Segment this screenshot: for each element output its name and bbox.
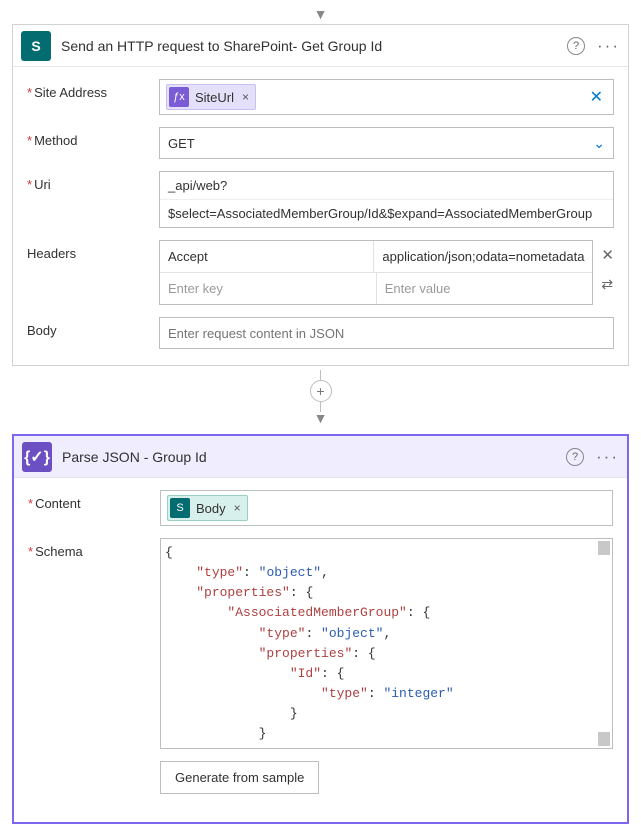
sp-http-action-card: S Send an HTTP request to SharePoint- Ge… — [12, 24, 629, 366]
header-value-input[interactable]: Enter value — [376, 273, 593, 304]
site-address-label: Site Address — [27, 79, 159, 100]
schema-text[interactable]: { "type": "object", "properties": { "Ass… — [165, 543, 606, 744]
token-text: SiteUrl — [195, 90, 234, 105]
flow-arrow-icon: ▼ — [314, 410, 328, 426]
uri-label: Uri — [27, 171, 159, 192]
token-text: Body — [196, 501, 226, 516]
body-token[interactable]: S Body × — [167, 495, 248, 521]
content-label: Content — [28, 490, 160, 511]
parse-json-action-card: {✓} Parse JSON - Group Id ? ··· Content … — [12, 434, 629, 824]
schema-input[interactable]: { "type": "object", "properties": { "Ass… — [160, 538, 613, 749]
body-input[interactable] — [159, 317, 614, 349]
scroll-down[interactable] — [598, 732, 610, 746]
fx-icon: ƒx — [169, 87, 189, 107]
chevron-down-icon: ⌄ — [593, 135, 605, 152]
token-remove-icon[interactable]: × — [242, 90, 249, 104]
more-icon[interactable]: ··· — [597, 36, 620, 56]
header-key-input[interactable]: Enter key — [160, 273, 376, 304]
generate-from-sample-button[interactable]: Generate from sample — [160, 761, 319, 794]
method-select[interactable]: GET ⌄ — [159, 127, 614, 159]
clear-icon[interactable]: ✕ — [586, 87, 607, 107]
headers-label: Headers — [27, 240, 159, 261]
add-step-button[interactable]: + — [310, 380, 332, 402]
body-label: Body — [27, 317, 159, 338]
parse-card-title: Parse JSON - Group Id — [62, 449, 566, 465]
more-icon[interactable]: ··· — [596, 447, 619, 467]
headers-row-empty: Enter key Enter value — [160, 272, 592, 304]
scroll-up[interactable] — [598, 541, 610, 555]
parse-card-header[interactable]: {✓} Parse JSON - Group Id ? ··· — [14, 436, 627, 478]
flow-arrow-top: ▼ — [12, 6, 629, 22]
switch-mode-icon[interactable]: ⇄ — [601, 276, 614, 293]
sharepoint-icon: S — [170, 498, 190, 518]
schema-label: Schema — [28, 538, 160, 559]
sp-card-title: Send an HTTP request to SharePoint- Get … — [61, 38, 567, 54]
uri-line2: $select=AssociatedMemberGroup/Id&$expand… — [160, 199, 613, 227]
method-label: Method — [27, 127, 159, 148]
site-url-token[interactable]: ƒx SiteUrl × — [166, 84, 256, 110]
remove-header-icon[interactable]: ✕ — [601, 246, 614, 264]
sp-card-header[interactable]: S Send an HTTP request to SharePoint- Ge… — [13, 25, 628, 67]
method-value: GET — [168, 136, 195, 151]
headers-table: Accept application/json;odata=nometadata… — [159, 240, 593, 305]
header-key[interactable]: Accept — [160, 241, 373, 272]
uri-input[interactable]: _api/web? $select=AssociatedMemberGroup/… — [159, 171, 614, 228]
flow-connector: + ▼ — [12, 370, 629, 426]
help-icon[interactable]: ? — [566, 448, 584, 466]
site-address-input[interactable]: ƒx SiteUrl × ✕ — [159, 79, 614, 115]
sharepoint-icon: S — [21, 31, 51, 61]
header-value[interactable]: application/json;odata=nometadata — [373, 241, 592, 272]
help-icon[interactable]: ? — [567, 37, 585, 55]
token-remove-icon[interactable]: × — [234, 501, 241, 515]
headers-row: Accept application/json;odata=nometadata — [160, 241, 592, 272]
parse-json-icon: {✓} — [22, 442, 52, 472]
uri-line1: _api/web? — [160, 172, 613, 199]
content-input[interactable]: S Body × — [160, 490, 613, 526]
